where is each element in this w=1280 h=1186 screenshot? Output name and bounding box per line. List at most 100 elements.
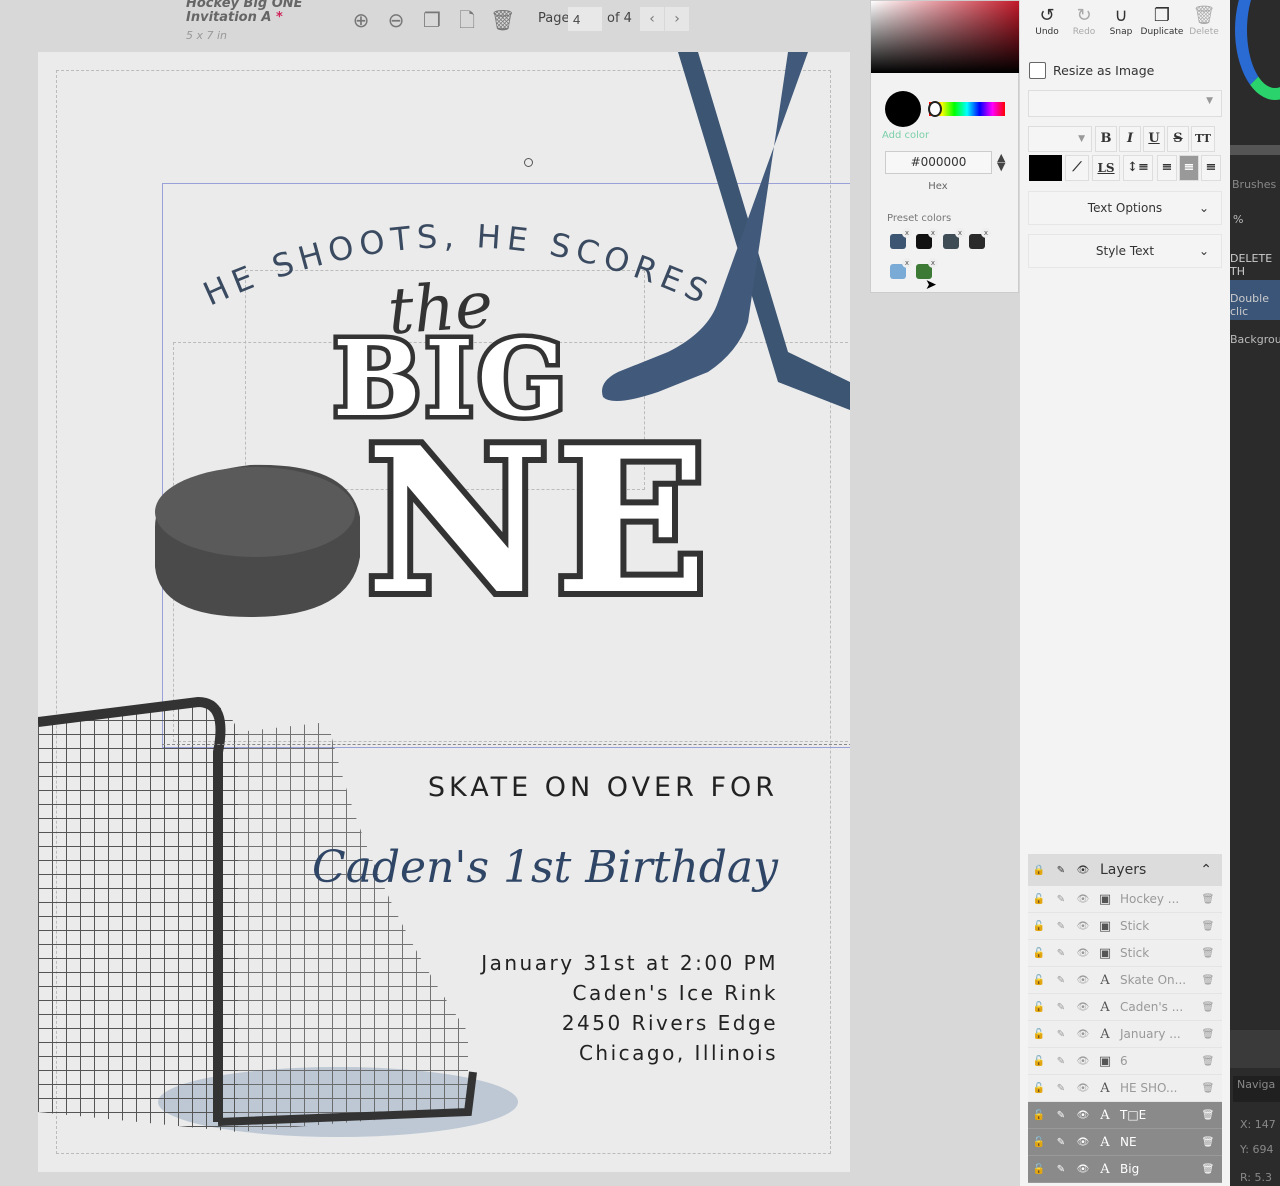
preset-color-swatch[interactable]: x — [890, 258, 912, 279]
unlock-icon[interactable]: 🔓 — [1028, 948, 1050, 959]
preset-color-swatch[interactable]: x — [943, 228, 965, 249]
add-color-link[interactable]: Add color — [882, 130, 929, 141]
trash-icon[interactable]: 🗑 — [1200, 975, 1222, 986]
saturation-field[interactable] — [871, 1, 1019, 73]
zoom-out-icon[interactable]: ⊖ — [384, 8, 408, 32]
unlock-icon[interactable]: 🔓 — [1028, 1137, 1050, 1148]
pencil-icon[interactable]: ✎ — [1050, 1110, 1072, 1121]
trash-icon[interactable]: 🗑 — [1200, 921, 1222, 932]
pencil-icon[interactable]: ✎ — [1050, 1164, 1072, 1175]
layer-row[interactable]: 🔓 ✎ 👁 ▣ Stick 🗑 — [1028, 913, 1222, 940]
remove-preset-icon[interactable]: x — [902, 258, 912, 268]
eye-icon[interactable]: 👁 — [1072, 921, 1094, 932]
chevron-up-icon[interactable]: ⌃ — [1200, 862, 1222, 878]
eye-icon[interactable]: 👁 — [1072, 975, 1094, 986]
layer-row[interactable]: 🔓 ✎ 👁 ▣ 6 🗑 — [1028, 1048, 1222, 1075]
page-number-input[interactable] — [568, 7, 602, 31]
trash-icon[interactable]: 🗑 — [1200, 1083, 1222, 1094]
layers-header[interactable]: 🔒 ✎ 👁 Layers ⌃ — [1028, 854, 1222, 886]
align-left-icon[interactable]: ≡ — [1157, 155, 1177, 181]
trash-icon[interactable]: 🗑 — [1200, 1002, 1222, 1013]
pencil-icon[interactable]: ✎ — [1050, 865, 1072, 876]
eye-icon[interactable]: 👁 — [1072, 865, 1094, 876]
unlock-icon[interactable]: 🔓 — [1028, 1164, 1050, 1175]
italic-button[interactable]: I — [1119, 126, 1141, 152]
double-click-hint[interactable]: Double clic — [1230, 280, 1280, 320]
bold-button[interactable]: B — [1095, 126, 1117, 152]
unlock-icon[interactable]: 🔓 — [1028, 1002, 1050, 1013]
pencil-icon[interactable]: ✎ — [1050, 1029, 1072, 1040]
letter-spacing-button[interactable]: LS — [1092, 155, 1120, 181]
layer-row[interactable]: 🔓 ✎ 👁 A Big 🗑 — [1028, 1156, 1222, 1183]
eye-icon[interactable]: 👁 — [1072, 894, 1094, 905]
resize-as-image-checkbox[interactable] — [1029, 62, 1046, 79]
unlock-icon[interactable]: 🔓 — [1028, 921, 1050, 932]
eye-icon[interactable]: 👁 — [1072, 1137, 1094, 1148]
redo-button[interactable]: ↻ Redo — [1066, 5, 1102, 37]
trash-icon[interactable]: 🗑 — [1200, 1164, 1222, 1175]
remove-preset-icon[interactable]: x — [928, 258, 938, 268]
trash-icon[interactable]: 🗑 — [1200, 894, 1222, 905]
underline-button[interactable]: U — [1143, 126, 1165, 152]
eye-icon[interactable]: 👁 — [1072, 1164, 1094, 1175]
unlock-icon[interactable]: 🔓 — [1028, 1083, 1050, 1094]
layer-row[interactable]: 🔓 ✎ 👁 A HE SHO... 🗑 — [1028, 1075, 1222, 1102]
eye-icon[interactable]: 👁 — [1072, 1110, 1094, 1121]
all-caps-button[interactable]: TT — [1191, 126, 1215, 152]
eye-icon[interactable]: 👁 — [1072, 1029, 1094, 1040]
hex-input[interactable]: #000000 — [885, 151, 992, 174]
remove-preset-icon[interactable]: x — [928, 228, 938, 238]
rotate-handle[interactable] — [524, 158, 533, 167]
preset-color-swatch[interactable]: x — [969, 228, 991, 249]
text-options-accordion[interactable]: Text Options ⌄ — [1028, 191, 1222, 225]
unlock-icon[interactable]: 🔓 — [1028, 894, 1050, 905]
trash-icon[interactable]: 🗑 — [1200, 948, 1222, 959]
lock-icon[interactable]: 🔒 — [1028, 865, 1050, 876]
prev-page-button[interactable]: ‹ — [640, 7, 664, 31]
hue-handle[interactable] — [928, 101, 942, 117]
preset-color-swatch[interactable]: x — [916, 228, 938, 249]
style-text-accordion[interactable]: Style Text ⌄ — [1028, 234, 1222, 268]
add-page-icon[interactable]: 🗋 — [455, 8, 479, 32]
trash-icon[interactable]: 🗑 — [1200, 1029, 1222, 1040]
layer-row[interactable]: 🔓 ✎ 👁 A Caden's ... 🗑 — [1028, 994, 1222, 1021]
remove-preset-icon[interactable]: x — [981, 228, 991, 238]
duplicate-button[interactable]: ❐ Duplicate — [1140, 5, 1184, 37]
pencil-icon[interactable]: ✎ — [1050, 894, 1072, 905]
pencil-icon[interactable]: ✎ — [1050, 1083, 1072, 1094]
eye-icon[interactable]: 👁 — [1072, 1056, 1094, 1067]
text-color-swatch[interactable] — [1029, 155, 1062, 181]
pencil-icon[interactable]: ✎ — [1050, 1137, 1072, 1148]
preset-color-swatch[interactable]: x — [890, 228, 912, 249]
layer-row[interactable]: 🔓 ✎ 👁 A Skate On... 🗑 — [1028, 967, 1222, 994]
pencil-icon[interactable]: ✎ — [1050, 975, 1072, 986]
layer-row[interactable]: 🔓 ✎ 👁 ▣ Hockey ... 🗑 — [1028, 886, 1222, 913]
background-item[interactable]: Backgroun — [1230, 333, 1280, 346]
zoom-in-icon[interactable]: ⊕ — [349, 8, 373, 32]
strikethrough-button[interactable]: S — [1167, 126, 1189, 152]
align-right-icon[interactable]: ≡ — [1201, 155, 1221, 181]
layer-row[interactable]: 🔓 ✎ 👁 ▣ Stick 🗑 — [1028, 940, 1222, 967]
hex-mode-stepper[interactable]: ▲ ▼ — [997, 152, 1005, 172]
layer-row[interactable]: 🔓 ✎ 👁 A NE 🗑 — [1028, 1129, 1222, 1156]
delete-button[interactable]: 🗑 Delete — [1186, 5, 1222, 37]
brushes-tab[interactable]: Brushes — [1232, 178, 1276, 191]
trash-icon[interactable]: 🗑 — [1200, 1056, 1222, 1067]
trash-icon[interactable]: 🗑 — [490, 8, 515, 32]
delete-text[interactable]: DELETE TH — [1230, 252, 1280, 278]
trash-icon[interactable]: 🗑 — [1200, 1110, 1222, 1121]
pencil-icon[interactable]: ✎ — [1050, 948, 1072, 959]
line-height-icon[interactable]: ↕≡ — [1123, 155, 1153, 181]
design-canvas[interactable]: HE SHOOTS, HE SCORES the BIG NE SKATE ON… — [38, 52, 850, 1172]
font-family-select[interactable]: ▼ — [1028, 90, 1222, 117]
eyedropper-icon[interactable]: ⟋ — [1065, 155, 1089, 181]
snap-button[interactable]: ∪ Snap — [1103, 5, 1139, 37]
layer-row[interactable]: 🔓 ✎ 👁 A T□E 🗑 — [1028, 1102, 1222, 1129]
unlock-icon[interactable]: 🔓 — [1028, 975, 1050, 986]
pencil-icon[interactable]: ✎ — [1050, 1002, 1072, 1013]
unlock-icon[interactable]: 🔓 — [1028, 1056, 1050, 1067]
unlock-icon[interactable]: 🔓 — [1028, 1029, 1050, 1040]
copy-page-icon[interactable]: ❐ — [420, 8, 444, 32]
align-center-icon[interactable]: ≡ — [1179, 155, 1199, 181]
navigator-tab[interactable]: Naviga — [1233, 1076, 1280, 1102]
